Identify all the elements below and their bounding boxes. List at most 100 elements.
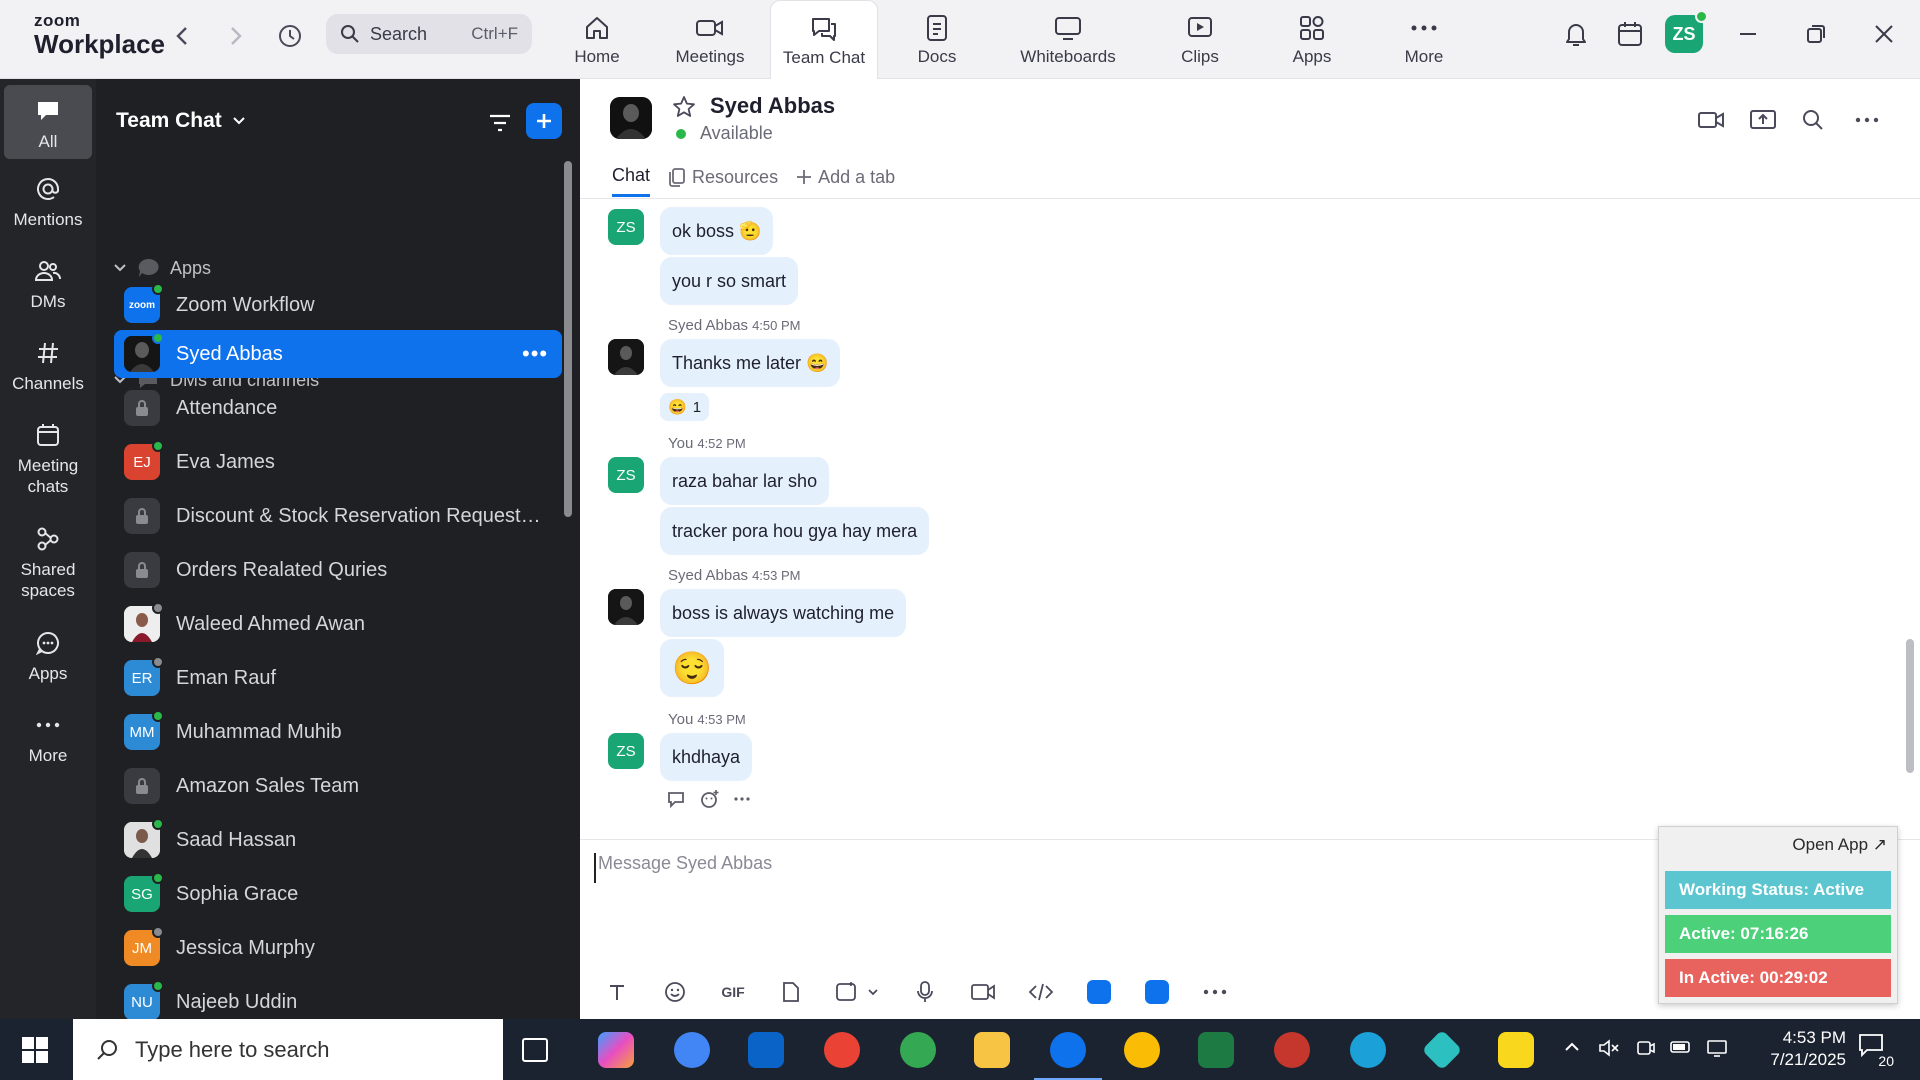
code-snippet-icon[interactable]: [1024, 975, 1058, 1009]
apps-section-header[interactable]: Apps: [114, 257, 211, 279]
dm-item-syed-abbas[interactable]: Syed Abbas •••: [114, 330, 562, 378]
add-tab-button[interactable]: Add a tab: [796, 167, 895, 196]
message-bubble[interactable]: khdhaya: [660, 733, 753, 781]
copilot-icon[interactable]: [598, 1032, 634, 1068]
clips-app-icon[interactable]: [1082, 975, 1116, 1009]
share-screen-icon[interactable]: [1746, 105, 1780, 135]
rail-more[interactable]: More: [4, 709, 92, 766]
rail-shared-spaces[interactable]: Shared spaces: [4, 523, 92, 601]
screenshot-icon[interactable]: [832, 975, 884, 1009]
chrome-icon[interactable]: [1124, 1032, 1160, 1068]
taskbar-search[interactable]: Type here to search: [73, 1019, 503, 1080]
emoji-icon[interactable]: [658, 975, 692, 1009]
battery-icon[interactable]: [1670, 1039, 1692, 1060]
contact-name[interactable]: Syed Abbas: [710, 93, 835, 119]
tab-chat[interactable]: Chat: [612, 165, 651, 197]
message-bubble[interactable]: you r so smart: [660, 257, 799, 305]
rail-channels[interactable]: Channels: [4, 337, 92, 394]
tab-clips[interactable]: Clips: [1168, 0, 1232, 79]
tray-chevron-icon[interactable]: [1564, 1039, 1580, 1057]
star-icon[interactable]: [672, 95, 696, 124]
restore-icon[interactable]: [1798, 14, 1834, 54]
chrome-profile-icon[interactable]: [900, 1032, 936, 1068]
bell-icon[interactable]: [1558, 14, 1594, 54]
tab-whiteboards[interactable]: Whiteboards: [1012, 0, 1124, 79]
dm-item-eva-james[interactable]: EJ Eva James: [114, 438, 562, 486]
chrome-profile-icon[interactable]: [824, 1032, 860, 1068]
channel-item-amazon[interactable]: Amazon Sales Team: [114, 762, 562, 810]
tab-team-chat[interactable]: Team Chat: [770, 0, 878, 80]
message-input[interactable]: Message Syed Abbas: [594, 853, 1654, 883]
new-chat-button[interactable]: [526, 103, 562, 139]
chrome-icon[interactable]: [674, 1032, 710, 1068]
more-options-icon[interactable]: [1198, 975, 1232, 1009]
more-options-icon[interactable]: [734, 796, 750, 802]
dm-item-eman-rauf[interactable]: ER Eman Rauf: [114, 654, 562, 702]
more-options-icon[interactable]: [1850, 105, 1884, 135]
message-bubble[interactable]: tracker pora hou gya hay mera: [660, 507, 930, 555]
message-scrollbar[interactable]: [1906, 639, 1914, 773]
rail-mentions[interactable]: Mentions: [4, 173, 92, 230]
gif-button[interactable]: GIF: [716, 975, 750, 1009]
video-call-icon[interactable]: [1694, 105, 1728, 135]
notification-center-icon[interactable]: 20: [1858, 1033, 1894, 1069]
history-icon[interactable]: [272, 18, 308, 54]
sidebar-title[interactable]: Team Chat: [116, 109, 246, 133]
message-bubble[interactable]: raza bahar lar sho: [660, 457, 830, 505]
app-diamond-icon[interactable]: [1421, 1029, 1463, 1071]
tab-home[interactable]: Home: [563, 0, 631, 79]
message-bubble[interactable]: Thanks me later 😄: [660, 339, 841, 387]
outlook-icon[interactable]: [748, 1032, 784, 1068]
dm-item-jessica-murphy[interactable]: JM Jessica Murphy: [114, 924, 562, 972]
more-options-icon[interactable]: •••: [522, 341, 562, 367]
tab-more[interactable]: More: [1392, 0, 1456, 79]
network-icon[interactable]: [1706, 1039, 1728, 1062]
filter-icon[interactable]: [484, 107, 516, 139]
meet-icon[interactable]: [1636, 1039, 1656, 1062]
sidebar-scrollbar[interactable]: [564, 161, 572, 517]
calendar-icon[interactable]: [1612, 14, 1648, 54]
global-search[interactable]: Search Ctrl+F: [326, 14, 532, 54]
rail-all[interactable]: All: [4, 85, 92, 159]
rail-meeting-chats[interactable]: Meeting chats: [4, 419, 92, 497]
file-icon[interactable]: [774, 975, 808, 1009]
windows-start-icon[interactable]: [22, 1037, 48, 1063]
tab-docs[interactable]: Docs: [904, 0, 970, 79]
rail-dms[interactable]: DMs: [4, 255, 92, 312]
chat-app-icon[interactable]: [1140, 975, 1174, 1009]
tab-resources[interactable]: Resources: [668, 167, 778, 196]
add-reaction-icon[interactable]: [700, 789, 720, 809]
channel-item-attendance[interactable]: Attendance: [114, 384, 562, 432]
dm-item-sophia-grace[interactable]: SG Sophia Grace: [114, 870, 562, 918]
rail-apps[interactable]: Apps: [4, 627, 92, 684]
message-bubble[interactable]: ok boss 🫡: [660, 207, 774, 255]
channel-item-orders[interactable]: Orders Realated Quries: [114, 546, 562, 594]
file-explorer-icon[interactable]: [974, 1032, 1010, 1068]
task-view-icon[interactable]: [522, 1038, 548, 1062]
channel-item-discount[interactable]: Discount & Stock Reservation Requests O.…: [114, 492, 562, 540]
forward-arrow-icon[interactable]: [218, 18, 254, 54]
format-text-icon[interactable]: [600, 975, 634, 1009]
search-icon[interactable]: [1796, 105, 1830, 135]
minimize-icon[interactable]: [1730, 14, 1766, 54]
back-arrow-icon[interactable]: [164, 18, 200, 54]
excel-icon[interactable]: [1198, 1032, 1234, 1068]
reply-icon[interactable]: [666, 790, 686, 808]
microphone-icon[interactable]: [908, 975, 942, 1009]
system-clock[interactable]: 4:53 PM 7/21/2025: [1736, 1027, 1846, 1071]
user-avatar[interactable]: ZS: [1665, 10, 1708, 53]
chrome-profile-icon[interactable]: [1274, 1032, 1310, 1068]
zoom-taskbar-icon[interactable]: [1034, 1032, 1102, 1080]
tab-apps[interactable]: Apps: [1280, 0, 1344, 79]
reaction-chip[interactable]: 😄 1: [660, 393, 710, 421]
video-message-icon[interactable]: [966, 975, 1000, 1009]
message-bubble[interactable]: boss is always watching me: [660, 589, 907, 637]
close-icon[interactable]: [1866, 14, 1902, 54]
app-item-zoom-workflow[interactable]: zoom Zoom Workflow: [114, 281, 562, 329]
dm-item-saad-hassan[interactable]: Saad Hassan: [114, 816, 562, 864]
sticky-notes-icon[interactable]: [1498, 1032, 1534, 1068]
edge-icon[interactable]: [1350, 1032, 1386, 1068]
message-bubble[interactable]: 😌: [660, 639, 724, 697]
open-app-link[interactable]: Open App ↗: [1792, 835, 1887, 855]
tab-meetings[interactable]: Meetings: [664, 0, 756, 79]
